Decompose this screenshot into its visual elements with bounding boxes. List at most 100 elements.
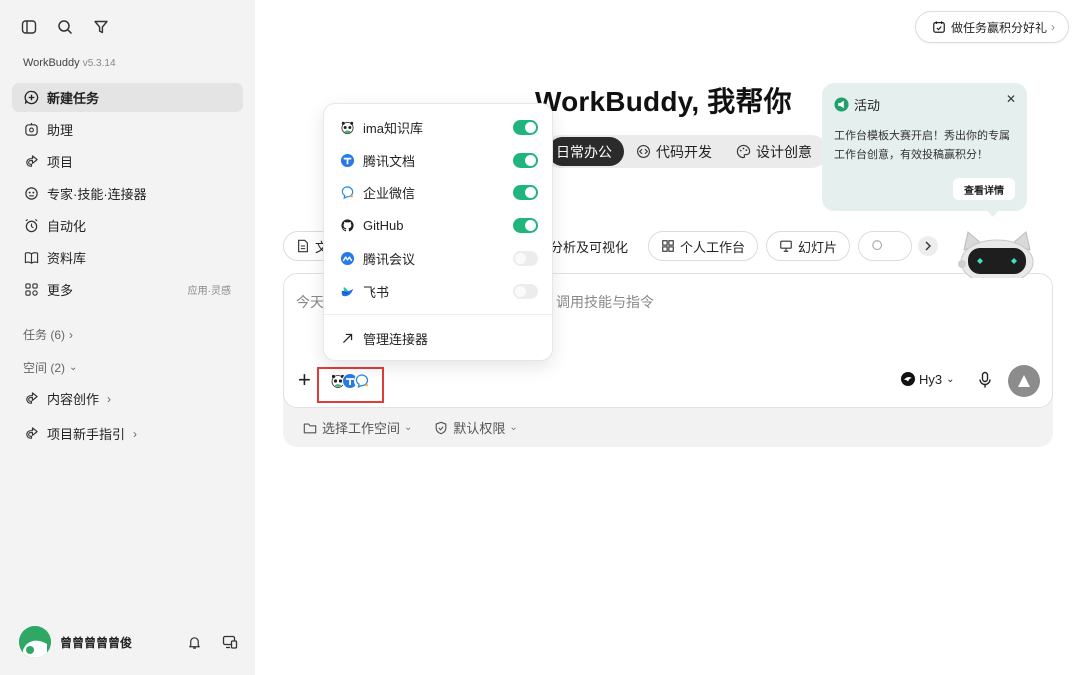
space-icon bbox=[23, 391, 39, 407]
reward-button[interactable]: 做任务赢积分好礼 › bbox=[915, 11, 1069, 43]
tab-label: 设计创意 bbox=[756, 143, 812, 160]
connector-toggle-wecom[interactable] bbox=[513, 184, 538, 200]
connector-item-wecom[interactable]: 企业微信 bbox=[340, 182, 538, 202]
spaces-group-header[interactable]: 空间 (2) ⌄ bbox=[23, 359, 77, 376]
chip-slides[interactable]: 幻灯片 bbox=[766, 231, 851, 261]
send-button[interactable] bbox=[1008, 365, 1040, 397]
bell-icon[interactable] bbox=[185, 633, 203, 651]
hero-title: WorkBuddy, 我帮你 bbox=[535, 86, 792, 117]
sidebar-item-library[interactable]: 资料库 bbox=[12, 243, 243, 272]
tab-daily-office[interactable]: 日常办公 bbox=[548, 137, 624, 166]
space-item-content-creation[interactable]: 内容创作 › bbox=[23, 389, 111, 408]
chip-label: 分析及可视化 bbox=[550, 239, 629, 255]
mascot-robot-cat[interactable] bbox=[958, 228, 1036, 278]
search-icon[interactable] bbox=[55, 17, 75, 37]
tab-design[interactable]: 设计创意 bbox=[724, 137, 824, 166]
space-item-label: 内容创作 bbox=[47, 392, 100, 407]
more-icon bbox=[23, 282, 39, 298]
chevron-right-icon: › bbox=[69, 327, 74, 342]
chip-scroll-right-button[interactable] bbox=[918, 236, 938, 256]
sidebar-item-experts[interactable]: 专家·技能·连接器 bbox=[12, 179, 243, 208]
view-details-button[interactable]: 查看详情 bbox=[953, 178, 1015, 200]
user-row: 曾曾曾曾曾俊 bbox=[19, 626, 239, 658]
connector-item-tencent-docs[interactable]: 腾讯文档 bbox=[340, 150, 538, 170]
connector-toggle-button[interactable] bbox=[330, 373, 370, 389]
presentation-icon bbox=[779, 239, 793, 253]
sidebar-item-project[interactable]: 项目 bbox=[12, 147, 243, 176]
folder-icon bbox=[303, 421, 317, 435]
sidebar-item-label: 专家·技能·连接器 bbox=[47, 187, 147, 202]
connector-toggle-ima[interactable] bbox=[513, 119, 538, 135]
activity-body: 工作台模板大赛开启！秀出你的专属工作台创意，有效投稿赢积分！ bbox=[834, 130, 1010, 161]
chip-row: 分析及可视化 个人工作台 幻灯片 bbox=[550, 231, 913, 261]
chip-analysis[interactable]: 分析及可视化 bbox=[550, 231, 641, 261]
avatar[interactable] bbox=[19, 626, 51, 658]
activity-header: 活动 bbox=[834, 95, 1015, 114]
connector-toggle-tencent-docs[interactable] bbox=[513, 152, 538, 168]
activity-card-tail bbox=[985, 208, 1001, 217]
connector-label: GitHub bbox=[363, 217, 404, 233]
search-icon bbox=[871, 239, 885, 253]
sidebar-item-more[interactable]: 更多 应用·灵感 bbox=[12, 275, 243, 304]
model-selector[interactable]: Hy3 ⌄ bbox=[900, 371, 955, 387]
chevron-right-icon: › bbox=[107, 391, 112, 406]
user-name: 曾曾曾曾曾俊 bbox=[60, 635, 133, 650]
connector-item-feishu[interactable]: 飞书 bbox=[340, 281, 538, 301]
chip-personal-workbench[interactable]: 个人工作台 bbox=[648, 231, 759, 261]
space-icon bbox=[23, 426, 39, 442]
connector-toggle-feishu[interactable] bbox=[513, 283, 538, 299]
connector-toggle-github[interactable] bbox=[513, 217, 538, 233]
expert-icon bbox=[23, 186, 39, 202]
sidebar-item-automation[interactable]: 自动化 bbox=[12, 211, 243, 240]
close-icon[interactable]: ✕ bbox=[1006, 92, 1016, 106]
placeholder-left: 今天 bbox=[296, 294, 324, 310]
more-subtitle: 应用·灵感 bbox=[187, 286, 231, 297]
permission-selector[interactable]: 默认权限 ⌄ bbox=[434, 418, 518, 437]
sidebar-item-new-task[interactable]: 新建任务 bbox=[12, 83, 243, 112]
assistant-icon bbox=[23, 122, 39, 138]
sidebar-item-assistant[interactable]: 助理 bbox=[12, 115, 243, 144]
chip-partial[interactable] bbox=[858, 231, 913, 261]
tab-label: 代码开发 bbox=[656, 143, 712, 160]
placeholder-right: 调用技能与指令 bbox=[556, 294, 654, 310]
wecom-icon bbox=[340, 185, 355, 200]
connector-label: 企业微信 bbox=[363, 185, 416, 201]
wecom-icon bbox=[354, 373, 370, 389]
sidebar-item-label: 助理 bbox=[47, 123, 74, 138]
connectors-menu: ima知识库 腾讯文档 企业微信 GitHub 腾讯会议 飞书 管理连接器 bbox=[323, 103, 553, 361]
connector-toggle-tencent-meeting[interactable] bbox=[513, 250, 538, 266]
workspace-selector[interactable]: 选择工作空间 ⌄ bbox=[303, 418, 412, 437]
tasks-group-header[interactable]: 任务 (6) › bbox=[23, 326, 73, 343]
workspace-label: 选择工作空间 bbox=[322, 421, 401, 436]
add-attachment-button[interactable]: + bbox=[298, 369, 311, 391]
activity-card: 活动 ✕ 工作台模板大赛开启！秀出你的专属工作台创意，有效投稿赢积分！ 查看详情 bbox=[822, 83, 1027, 211]
feishu-icon bbox=[340, 284, 355, 299]
chevron-down-icon: ⌄ bbox=[946, 373, 955, 385]
device-icon[interactable] bbox=[221, 633, 239, 651]
microphone-icon[interactable] bbox=[977, 371, 995, 389]
filter-icon[interactable] bbox=[91, 17, 111, 37]
connector-item-tencent-meeting[interactable]: 腾讯会议 bbox=[340, 248, 538, 268]
manage-connectors-button[interactable]: 管理连接器 bbox=[340, 328, 538, 348]
connector-item-ima[interactable]: ima知识库 bbox=[340, 117, 538, 137]
tencent-docs-icon bbox=[340, 153, 355, 168]
menu-divider bbox=[324, 314, 552, 315]
sidebar-item-label: 自动化 bbox=[47, 219, 87, 234]
space-item-label: 项目新手指引 bbox=[47, 427, 126, 442]
gift-calendar-icon bbox=[932, 20, 946, 34]
chevron-right-icon: › bbox=[133, 426, 138, 441]
palette-icon bbox=[736, 144, 751, 159]
app-version: WorkBuddy v5.3.14 bbox=[23, 57, 116, 69]
chevron-down-icon: ⌄ bbox=[69, 362, 78, 373]
automation-icon bbox=[23, 218, 39, 234]
space-item-onboarding[interactable]: 项目新手指引 › bbox=[23, 424, 137, 443]
sidebar-item-label: 资料库 bbox=[47, 251, 87, 266]
connector-label: ima知识库 bbox=[363, 120, 423, 136]
tab-label: 日常办公 bbox=[556, 143, 612, 160]
grid-icon bbox=[661, 239, 675, 253]
sidebar-toggle-icon[interactable] bbox=[19, 17, 39, 37]
connector-item-github[interactable]: GitHub bbox=[340, 215, 538, 235]
sidebar-top-icons bbox=[19, 17, 111, 37]
library-icon bbox=[23, 250, 39, 266]
tab-code-dev[interactable]: 代码开发 bbox=[624, 137, 724, 166]
